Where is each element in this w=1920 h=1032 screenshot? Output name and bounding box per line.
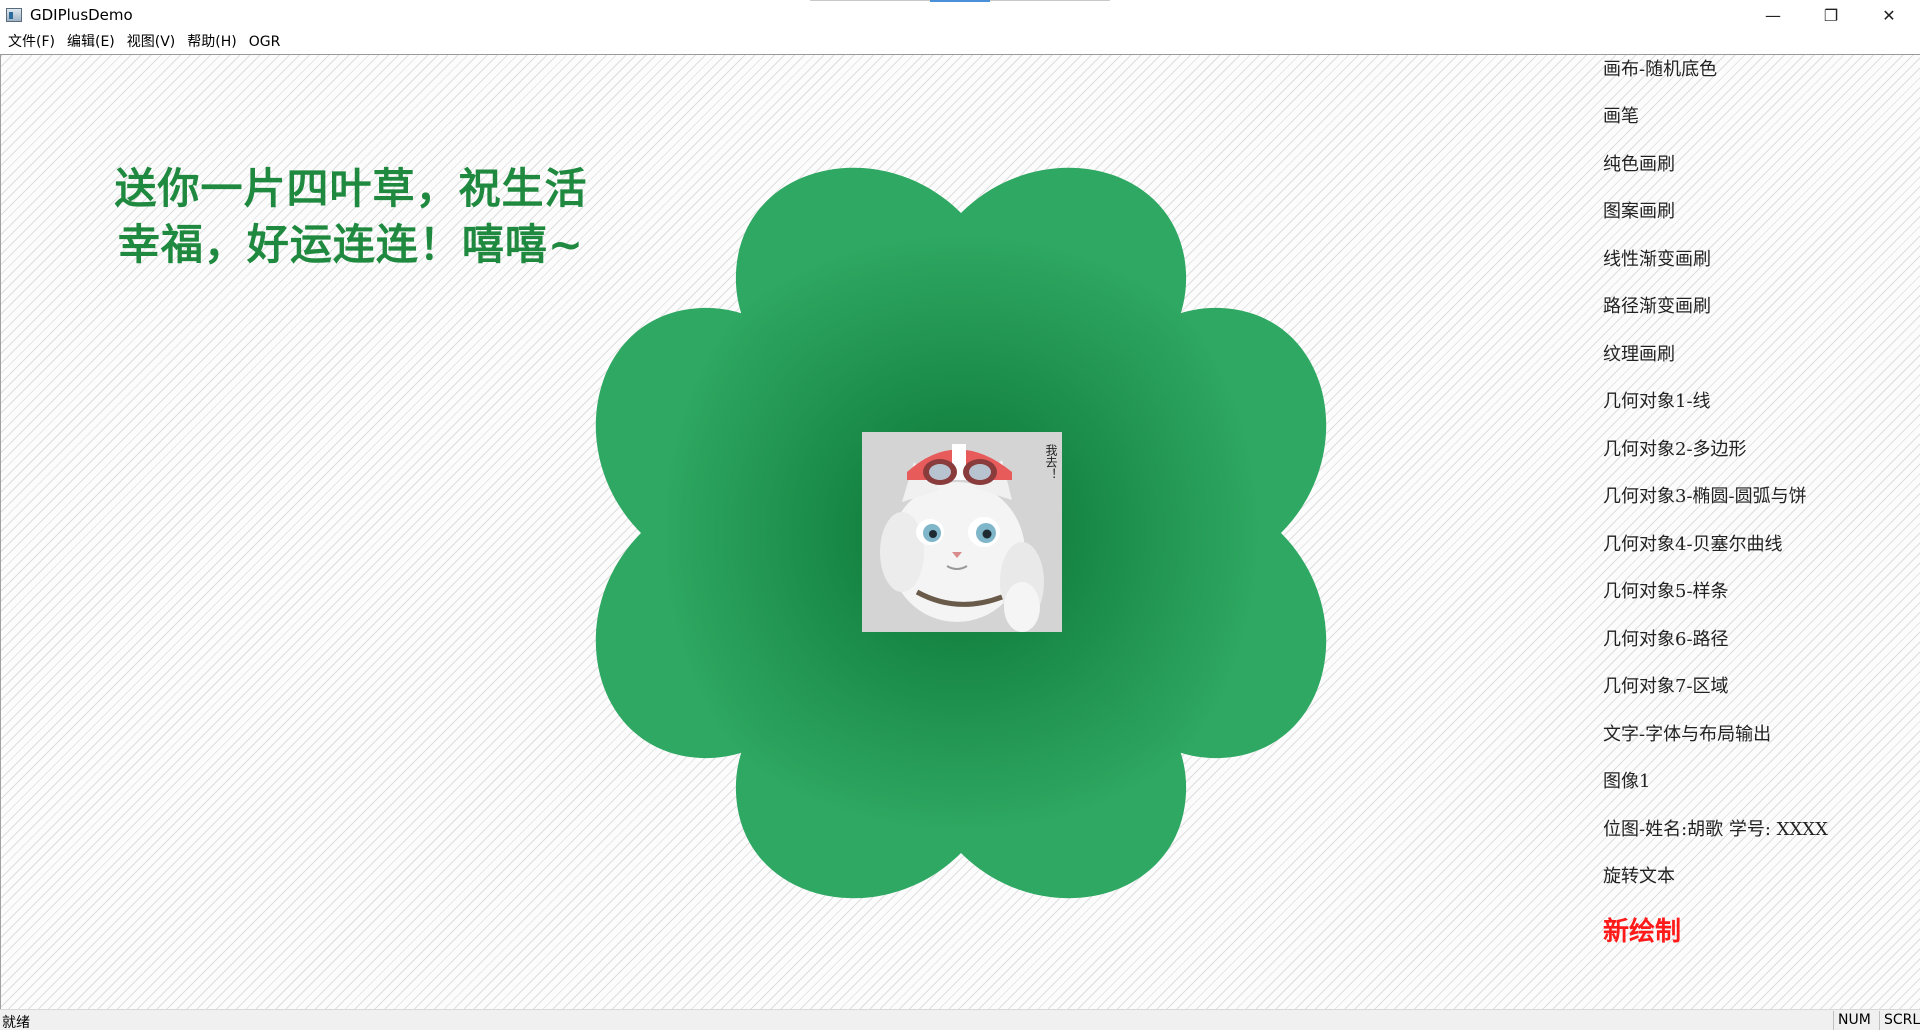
maximize-button[interactable]: ❐ <box>1802 0 1860 30</box>
status-num-indicator: NUM <box>1833 1011 1875 1030</box>
menu-item-text-font-layout[interactable]: 文字-字体与布局输出 <box>1603 720 1771 746</box>
menu-bar: 文件(F) 编辑(E) 视图(V) 帮助(H) OGR <box>0 30 1920 54</box>
menu-item-geometry-region[interactable]: 几何对象7-区域 <box>1603 672 1729 698</box>
menu-item-geometry-line[interactable]: 几何对象1-线 <box>1603 387 1711 413</box>
menu-item-texture-brush[interactable]: 纹理画刷 <box>1603 340 1675 366</box>
greeting-text: 送你一片四叶草，祝生活 幸福，好运连连！嘻嘻~ <box>111 161 591 273</box>
menu-item-geometry-ellipse[interactable]: 几何对象3-椭圆-圆弧与饼 <box>1603 482 1807 508</box>
status-bar: 就绪 NUM SCRL <box>0 1009 1920 1031</box>
window-title: GDIPlusDemo <box>30 6 133 24</box>
status-ready-text: 就绪 <box>2 1015 30 1031</box>
title-accent <box>930 0 990 2</box>
menu-edit[interactable]: 编辑(E) <box>61 31 121 53</box>
menu-item-path-gradient-brush[interactable]: 路径渐变画刷 <box>1603 292 1711 318</box>
menu-item-bitmap-name[interactable]: 位图-姓名:胡歌 学号: XXXX <box>1603 815 1828 841</box>
title-bar: GDIPlusDemo — ❐ ✕ <box>0 0 1920 30</box>
cat-caption: 我去！ <box>1044 444 1058 480</box>
menu-item-geometry-spline[interactable]: 几何对象5-样条 <box>1603 577 1729 603</box>
status-scrl-indicator: SCRL <box>1879 1011 1920 1030</box>
menu-item-canvas-random-bg[interactable]: 画布-随机底色 <box>1603 55 1717 81</box>
menu-view[interactable]: 视图(V) <box>121 31 182 53</box>
new-draw-button[interactable]: 新绘制 <box>1603 911 1681 948</box>
menu-ogr[interactable]: OGR <box>243 31 287 53</box>
drawing-canvas[interactable]: 送你一片四叶草，祝生活 幸福，好运连连！嘻嘻~ 我去！ 画布-随机底色 画笔 纯… <box>0 54 1920 1009</box>
menu-help[interactable]: 帮助(H) <box>181 31 242 53</box>
menu-item-hatch-brush[interactable]: 图案画刷 <box>1603 197 1675 223</box>
menu-item-geometry-path[interactable]: 几何对象6-路径 <box>1603 625 1729 651</box>
menu-item-rotate-text[interactable]: 旋转文本 <box>1603 862 1675 888</box>
menu-item-solid-brush[interactable]: 纯色画刷 <box>1603 150 1675 176</box>
menu-item-pen[interactable]: 画笔 <box>1603 102 1639 128</box>
minimize-button[interactable]: — <box>1744 0 1802 30</box>
greeting-line-2: 幸福，好运连连！嘻嘻~ <box>117 220 585 269</box>
cat-image: 我去！ <box>862 432 1062 632</box>
app-icon[interactable] <box>6 8 22 22</box>
menu-item-linear-gradient-brush[interactable]: 线性渐变画刷 <box>1603 245 1711 271</box>
cat-illustration <box>862 432 1062 632</box>
menu-item-geometry-bezier[interactable]: 几何对象4-贝塞尔曲线 <box>1603 530 1783 556</box>
greeting-line-1: 送你一片四叶草，祝生活 <box>114 164 588 213</box>
menu-file[interactable]: 文件(F) <box>2 31 61 53</box>
close-button[interactable]: ✕ <box>1860 0 1918 30</box>
menu-item-geometry-polygon[interactable]: 几何对象2-多边形 <box>1603 435 1747 461</box>
menu-item-image1[interactable]: 图像1 <box>1603 767 1650 793</box>
